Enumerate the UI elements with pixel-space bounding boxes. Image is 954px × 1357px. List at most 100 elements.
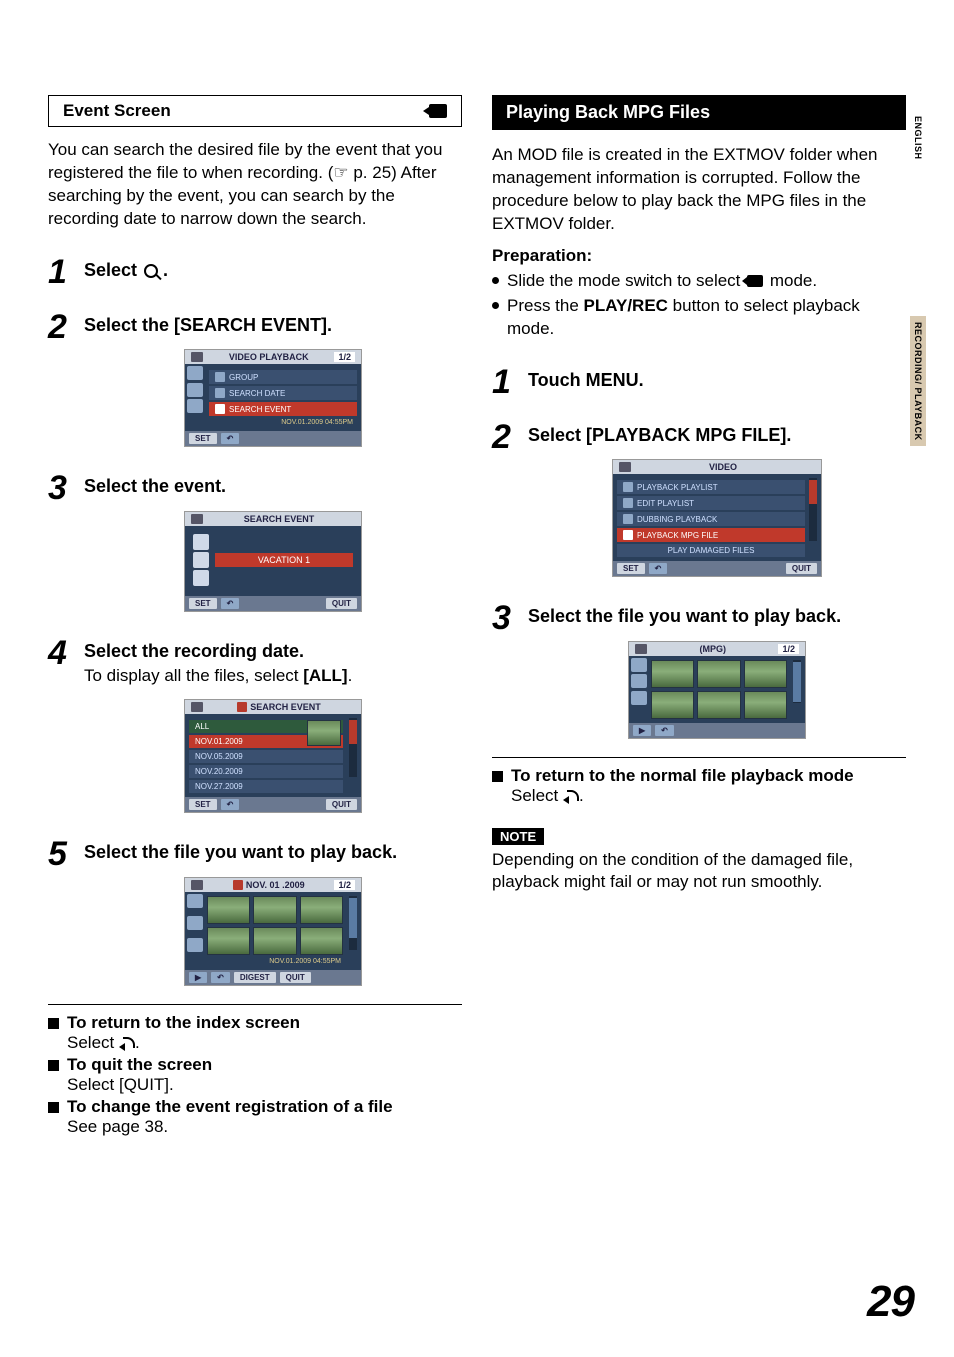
up-icon[interactable] (187, 366, 203, 380)
tip-quit-screen: To quit the screen Select [QUIT]. (48, 1055, 462, 1095)
scrollbar[interactable] (349, 718, 357, 777)
screenshot-date-list: SEARCH EVENT ALL NOV.01.2009 NOV.05.2009… (184, 699, 362, 813)
tip-body: Select . (511, 786, 906, 806)
quit-button[interactable]: QUIT (786, 563, 817, 574)
scroll-handle[interactable] (809, 480, 817, 504)
event-icon (237, 702, 247, 712)
scroll-handle[interactable] (793, 662, 801, 702)
menu-row[interactable]: PLAYBACK PLAYLIST (617, 480, 805, 494)
scrollbar[interactable] (809, 478, 817, 541)
step1-prefix: Select (84, 260, 142, 280)
date-row[interactable]: NOV.27.2009 (189, 780, 343, 793)
category-icon[interactable] (193, 570, 209, 586)
quit-button[interactable]: QUIT (280, 972, 311, 983)
step-4: 4 Select the recording date. To display … (48, 640, 462, 813)
screenshot-search-event: SEARCH EVENT VACATION 1 (184, 511, 362, 612)
back-button[interactable]: ↶ (221, 433, 240, 444)
ss-title: NOV. 01 .2009 (246, 880, 305, 890)
scrollbar[interactable] (793, 660, 801, 703)
down-icon[interactable] (187, 938, 203, 952)
thumbnail[interactable] (744, 660, 787, 688)
category-icon[interactable] (193, 552, 209, 568)
prep-item-play-rec: Press the PLAY/REC button to select play… (492, 295, 906, 341)
square-bullet-icon (492, 771, 503, 782)
ss-count: 1/2 (334, 880, 355, 890)
back-button[interactable]: ↶ (649, 563, 668, 574)
up-icon[interactable] (187, 894, 203, 908)
event-screen-intro: You can search the desired file by the e… (48, 139, 462, 231)
quit-button[interactable]: QUIT (326, 598, 357, 609)
return-icon (119, 1037, 135, 1049)
thumbnail[interactable] (697, 660, 740, 688)
return-icon (563, 790, 579, 802)
set-button[interactable]: SET (617, 563, 645, 574)
ss-count: 1/2 (778, 644, 799, 654)
menu-row[interactable]: DUBBING PLAYBACK (617, 512, 805, 526)
thumbnail-grid (649, 658, 789, 721)
sd-icon[interactable] (187, 383, 203, 397)
sd-icon[interactable] (187, 916, 203, 930)
step-4-title: Select the recording date. (84, 640, 462, 663)
back-button[interactable]: ↶ (655, 725, 674, 736)
menu-row-search-date[interactable]: SEARCH DATE (209, 386, 357, 400)
tip-body: Select . (67, 1033, 462, 1053)
thumbnail[interactable] (207, 896, 250, 924)
quit-button[interactable]: QUIT (326, 799, 357, 810)
thumbnail[interactable] (697, 691, 740, 719)
set-button[interactable]: SET (189, 433, 217, 444)
menu-row[interactable]: PLAY DAMAGED FILES (617, 544, 805, 557)
calendar-icon (215, 388, 225, 398)
divider (492, 757, 906, 758)
ss-footer: SET ↶ (185, 431, 361, 446)
back-button[interactable]: ↶ (211, 972, 230, 983)
step-5: 5 Select the file you want to play back.… (48, 841, 462, 985)
thumbnail[interactable] (744, 691, 787, 719)
thumbnail[interactable] (253, 927, 296, 955)
tip-body: See page 38. (67, 1117, 462, 1137)
play-button[interactable]: ▶ (189, 972, 207, 983)
right-step-2: 2 Select [PLAYBACK MPG FILE]. VIDEO PLAY… (492, 424, 906, 577)
down-icon[interactable] (631, 691, 647, 705)
thumbnail[interactable] (651, 660, 694, 688)
play-button[interactable]: ▶ (633, 725, 651, 736)
set-button[interactable]: SET (189, 799, 217, 810)
thumbnail[interactable] (651, 691, 694, 719)
date-thumb (307, 720, 341, 746)
ss-header: SEARCH EVENT (185, 700, 361, 714)
event-vacation-1[interactable]: VACATION 1 (215, 553, 353, 567)
thumbnail[interactable] (300, 927, 343, 955)
ss-header: (MPG) 1/2 (629, 642, 805, 656)
digest-button[interactable]: DIGEST (234, 972, 276, 983)
menu-row[interactable]: EDIT PLAYLIST (617, 496, 805, 510)
right-step-3-title: Select the file you want to play back. (528, 605, 906, 628)
thumbnail[interactable] (253, 896, 296, 924)
sd-icon[interactable] (631, 674, 647, 688)
thumbnail[interactable] (300, 896, 343, 924)
scroll-handle[interactable] (349, 720, 357, 744)
menu-row-group[interactable]: GROUP (209, 370, 357, 384)
screenshot-video-menu: VIDEO PLAYBACK PLAYLIST EDIT PLAYLIST DU… (612, 459, 822, 577)
up-icon[interactable] (631, 658, 647, 672)
down-icon[interactable] (187, 399, 203, 413)
thumbnail[interactable] (207, 927, 250, 955)
back-button[interactable]: ↶ (221, 598, 240, 609)
ss-footer: SET ↶ QUIT (185, 797, 361, 812)
menu-row-playback-mpg[interactable]: PLAYBACK MPG FILE (617, 528, 805, 542)
date-row[interactable]: NOV.20.2009 (189, 765, 343, 778)
ss-timestamp: NOV.01.2009 04:55PM (189, 418, 357, 429)
set-button[interactable]: SET (189, 598, 217, 609)
screenshot-file-grid: NOV. 01 .2009 1/2 (184, 877, 362, 986)
menu-row-search-event[interactable]: SEARCH EVENT (209, 402, 357, 416)
ss-sidebar (631, 658, 647, 705)
divider (48, 1004, 462, 1005)
ss-title: (MPG) (699, 644, 726, 654)
step-5-title: Select the file you want to play back. (84, 841, 462, 864)
back-button[interactable]: ↶ (221, 799, 240, 810)
date-row[interactable]: NOV.05.2009 (189, 750, 343, 763)
scroll-handle[interactable] (349, 898, 357, 938)
note-body: Depending on the condition of the damage… (492, 849, 906, 895)
bullet-icon (492, 277, 499, 284)
category-icon[interactable] (193, 534, 209, 550)
scrollbar[interactable] (349, 896, 357, 950)
square-bullet-icon (48, 1018, 59, 1029)
